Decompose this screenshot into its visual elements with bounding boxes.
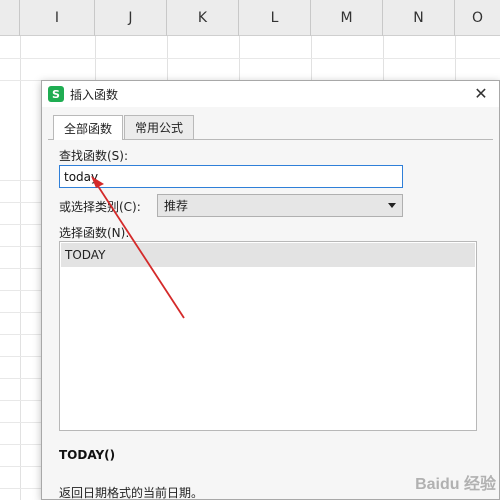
function-description: 返回日期格式的当前日期。 — [59, 486, 204, 500]
column-header-j[interactable]: J — [95, 0, 167, 36]
wps-spreadsheet-icon: S — [48, 86, 64, 102]
column-header-row: I J K L M N O — [0, 0, 500, 36]
column-header-partial — [0, 0, 20, 36]
category-select[interactable]: 推荐 — [157, 194, 403, 217]
function-list-item[interactable]: TODAY — [61, 243, 475, 267]
function-signature: TODAY() — [59, 448, 116, 462]
category-label: 或选择类别(C): — [59, 200, 141, 214]
insert-function-dialog: S 插入函数 ✕ 全部函数 常用公式 查找函数(S): 或选择类别(C): 推荐… — [41, 80, 500, 500]
function-list[interactable]: TODAY — [59, 241, 477, 431]
category-selected-value: 推荐 — [164, 199, 189, 213]
close-icon[interactable]: ✕ — [471, 83, 491, 103]
column-header-k[interactable]: K — [167, 0, 239, 36]
search-function-input[interactable] — [59, 165, 403, 188]
tab-all-functions[interactable]: 全部函数 — [53, 115, 123, 140]
chevron-down-icon — [388, 203, 396, 208]
column-header-l[interactable]: L — [239, 0, 311, 36]
column-header-n[interactable]: N — [383, 0, 455, 36]
tab-common-formulas[interactable]: 常用公式 — [124, 115, 194, 139]
watermark-logo: Baidu 经验 — [415, 476, 496, 493]
column-header-m[interactable]: M — [311, 0, 383, 36]
search-function-label: 查找函数(S): — [59, 149, 129, 163]
grid-line — [0, 58, 500, 59]
column-header-o[interactable]: O — [455, 0, 500, 36]
dialog-title: 插入函数 — [70, 88, 119, 102]
column-header-i[interactable]: I — [20, 0, 95, 36]
dialog-titlebar[interactable]: S 插入函数 ✕ — [42, 81, 499, 107]
function-list-label: 选择函数(N): — [59, 226, 130, 240]
